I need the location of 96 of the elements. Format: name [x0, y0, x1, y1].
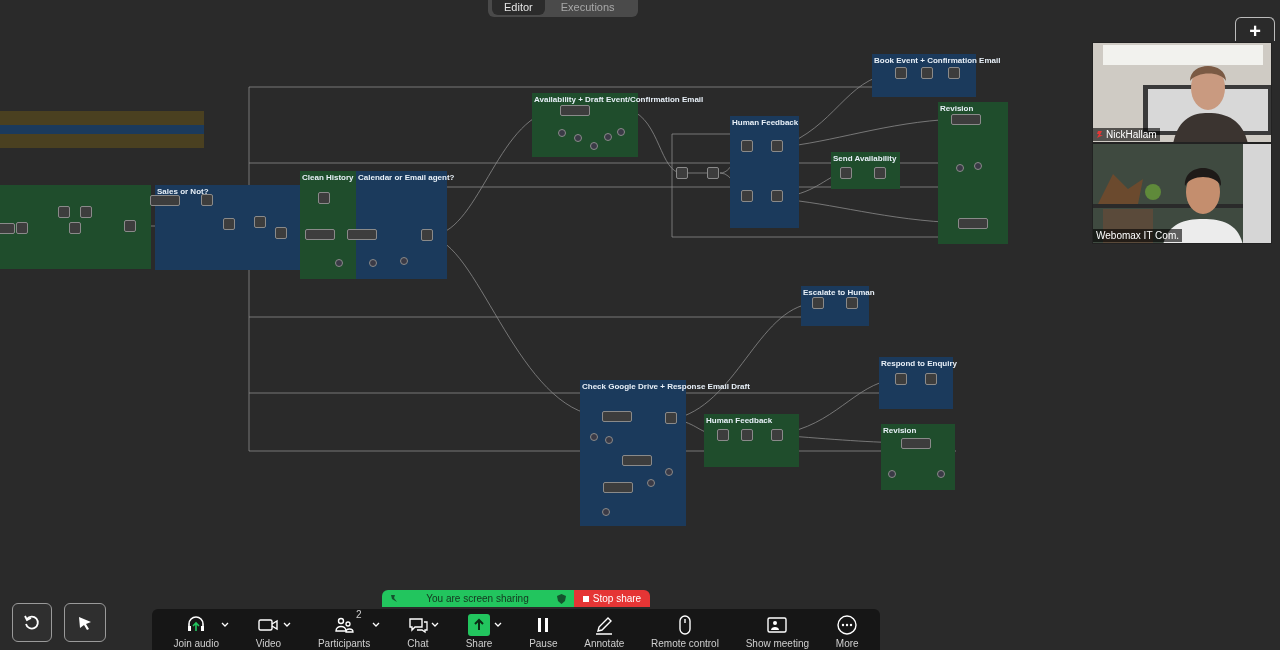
sub-node[interactable] — [602, 508, 610, 516]
undo-icon — [23, 613, 41, 632]
toolbar-button[interactable]: Show meeting — [745, 614, 810, 649]
pin-icon — [390, 594, 398, 603]
workflow-node[interactable] — [741, 190, 753, 202]
tab[interactable]: Editor — [492, 0, 545, 15]
workflow-node[interactable] — [812, 297, 824, 309]
workflow-node[interactable] — [254, 216, 266, 228]
workflow-node[interactable] — [58, 206, 70, 218]
stop-share-button[interactable]: Stop share — [574, 590, 650, 607]
workflow-node[interactable] — [895, 373, 907, 385]
workflow-node[interactable] — [421, 229, 433, 241]
caret-icon[interactable] — [283, 622, 292, 628]
workflow-node[interactable] — [80, 206, 92, 218]
group-title: Respond to Enquiry — [881, 359, 957, 368]
caret-icon[interactable] — [220, 622, 229, 628]
sub-node[interactable] — [888, 470, 896, 478]
toolbar-button[interactable]: Share — [465, 614, 493, 649]
group-title: Book Event + Confirmation Email — [874, 56, 1001, 65]
sub-node[interactable] — [617, 128, 625, 136]
sub-node[interactable] — [974, 162, 982, 170]
workflow-node[interactable] — [951, 114, 981, 125]
caret-icon[interactable] — [372, 622, 381, 628]
toolbar-button[interactable]: Video — [255, 614, 282, 649]
workflow-node[interactable] — [958, 218, 988, 229]
workflow-node[interactable] — [771, 140, 783, 152]
participant-name: Webomax IT Com. — [1096, 229, 1179, 242]
caret-icon[interactable] — [494, 622, 503, 628]
group-title: Revision — [940, 104, 974, 113]
sub-node[interactable] — [369, 259, 377, 267]
toolbar-button[interactable]: Pause — [529, 614, 558, 649]
tab[interactable]: Executions — [548, 0, 627, 15]
sub-node[interactable] — [937, 470, 945, 478]
group-title: Availability + Draft Event/Confirmation Email — [534, 95, 704, 104]
workflow-node[interactable] — [840, 167, 852, 179]
workflow-node[interactable] — [602, 411, 632, 422]
shield-icon — [557, 593, 566, 604]
group-title: Check Google Drive + Response Email Draft — [582, 382, 750, 391]
workflow-node[interactable] — [717, 429, 729, 441]
toolbar-button[interactable]: Annotate — [584, 614, 625, 649]
workflow-node[interactable] — [16, 222, 28, 234]
workflow-node[interactable] — [275, 227, 287, 239]
group-title: Sales or Not? — [157, 187, 209, 196]
workflow-node[interactable] — [318, 192, 330, 204]
sub-node[interactable] — [956, 164, 964, 172]
caret-icon[interactable] — [430, 622, 439, 628]
participant-count: 2 — [356, 609, 362, 620]
toolbar-button[interactable]: More — [835, 614, 859, 649]
toolbar-button[interactable]: Chat — [406, 614, 429, 649]
workflow-node[interactable] — [925, 373, 937, 385]
workflow-node[interactable] — [560, 105, 590, 116]
group-title: Revision — [883, 426, 917, 435]
workflow-node[interactable] — [901, 438, 931, 449]
toolbar-button[interactable]: Remote control — [651, 614, 719, 649]
workflow-node[interactable] — [741, 140, 753, 152]
workflow-node[interactable] — [948, 67, 960, 79]
workflow-node[interactable] — [201, 194, 213, 206]
sub-node[interactable] — [400, 257, 408, 265]
sub-node[interactable] — [590, 142, 598, 150]
sharing-status: You are screen sharing — [425, 592, 530, 606]
workflow-node[interactable] — [771, 429, 783, 441]
sub-node[interactable] — [335, 259, 343, 267]
workflow-node[interactable] — [741, 429, 753, 441]
group-title: Send Availability — [833, 154, 897, 163]
sub-node[interactable] — [665, 468, 673, 476]
workflow-node[interactable] — [665, 412, 677, 424]
sub-node[interactable] — [574, 134, 582, 142]
sub-node[interactable] — [647, 479, 655, 487]
workflow-node[interactable] — [347, 229, 377, 240]
undo-button[interactable] — [12, 603, 52, 642]
add-button[interactable]: + — [1235, 17, 1275, 41]
workflow-node[interactable] — [223, 218, 235, 230]
workflow-node[interactable] — [69, 222, 81, 234]
workflow-node[interactable] — [874, 167, 886, 179]
workflow-node[interactable] — [921, 67, 933, 79]
workflow-node[interactable] — [771, 190, 783, 202]
workflow-node[interactable] — [846, 297, 858, 309]
workflow-node[interactable] — [622, 455, 652, 466]
group-title: Calendar or Email agent? — [358, 173, 455, 182]
group-title: Clean History — [302, 173, 354, 182]
workflow-node[interactable] — [676, 167, 688, 179]
toolbar-button[interactable]: Join audio — [173, 614, 219, 649]
sub-node[interactable] — [605, 436, 613, 444]
workflow-node[interactable] — [150, 195, 180, 206]
group-title: Escalate to Human — [803, 288, 875, 297]
participant-name: NickHallam — [1106, 128, 1157, 141]
group-title: Human Feedback — [706, 416, 773, 425]
workflow-node[interactable] — [124, 220, 136, 232]
workflow-node[interactable] — [603, 482, 633, 493]
workflow-node[interactable] — [707, 167, 719, 179]
workflow-node[interactable] — [305, 229, 335, 240]
group-title: Human Feedback — [732, 118, 799, 127]
workflow-node[interactable] — [895, 67, 907, 79]
sub-node[interactable] — [604, 133, 612, 141]
sub-node[interactable] — [558, 129, 566, 137]
sub-node[interactable] — [590, 433, 598, 441]
